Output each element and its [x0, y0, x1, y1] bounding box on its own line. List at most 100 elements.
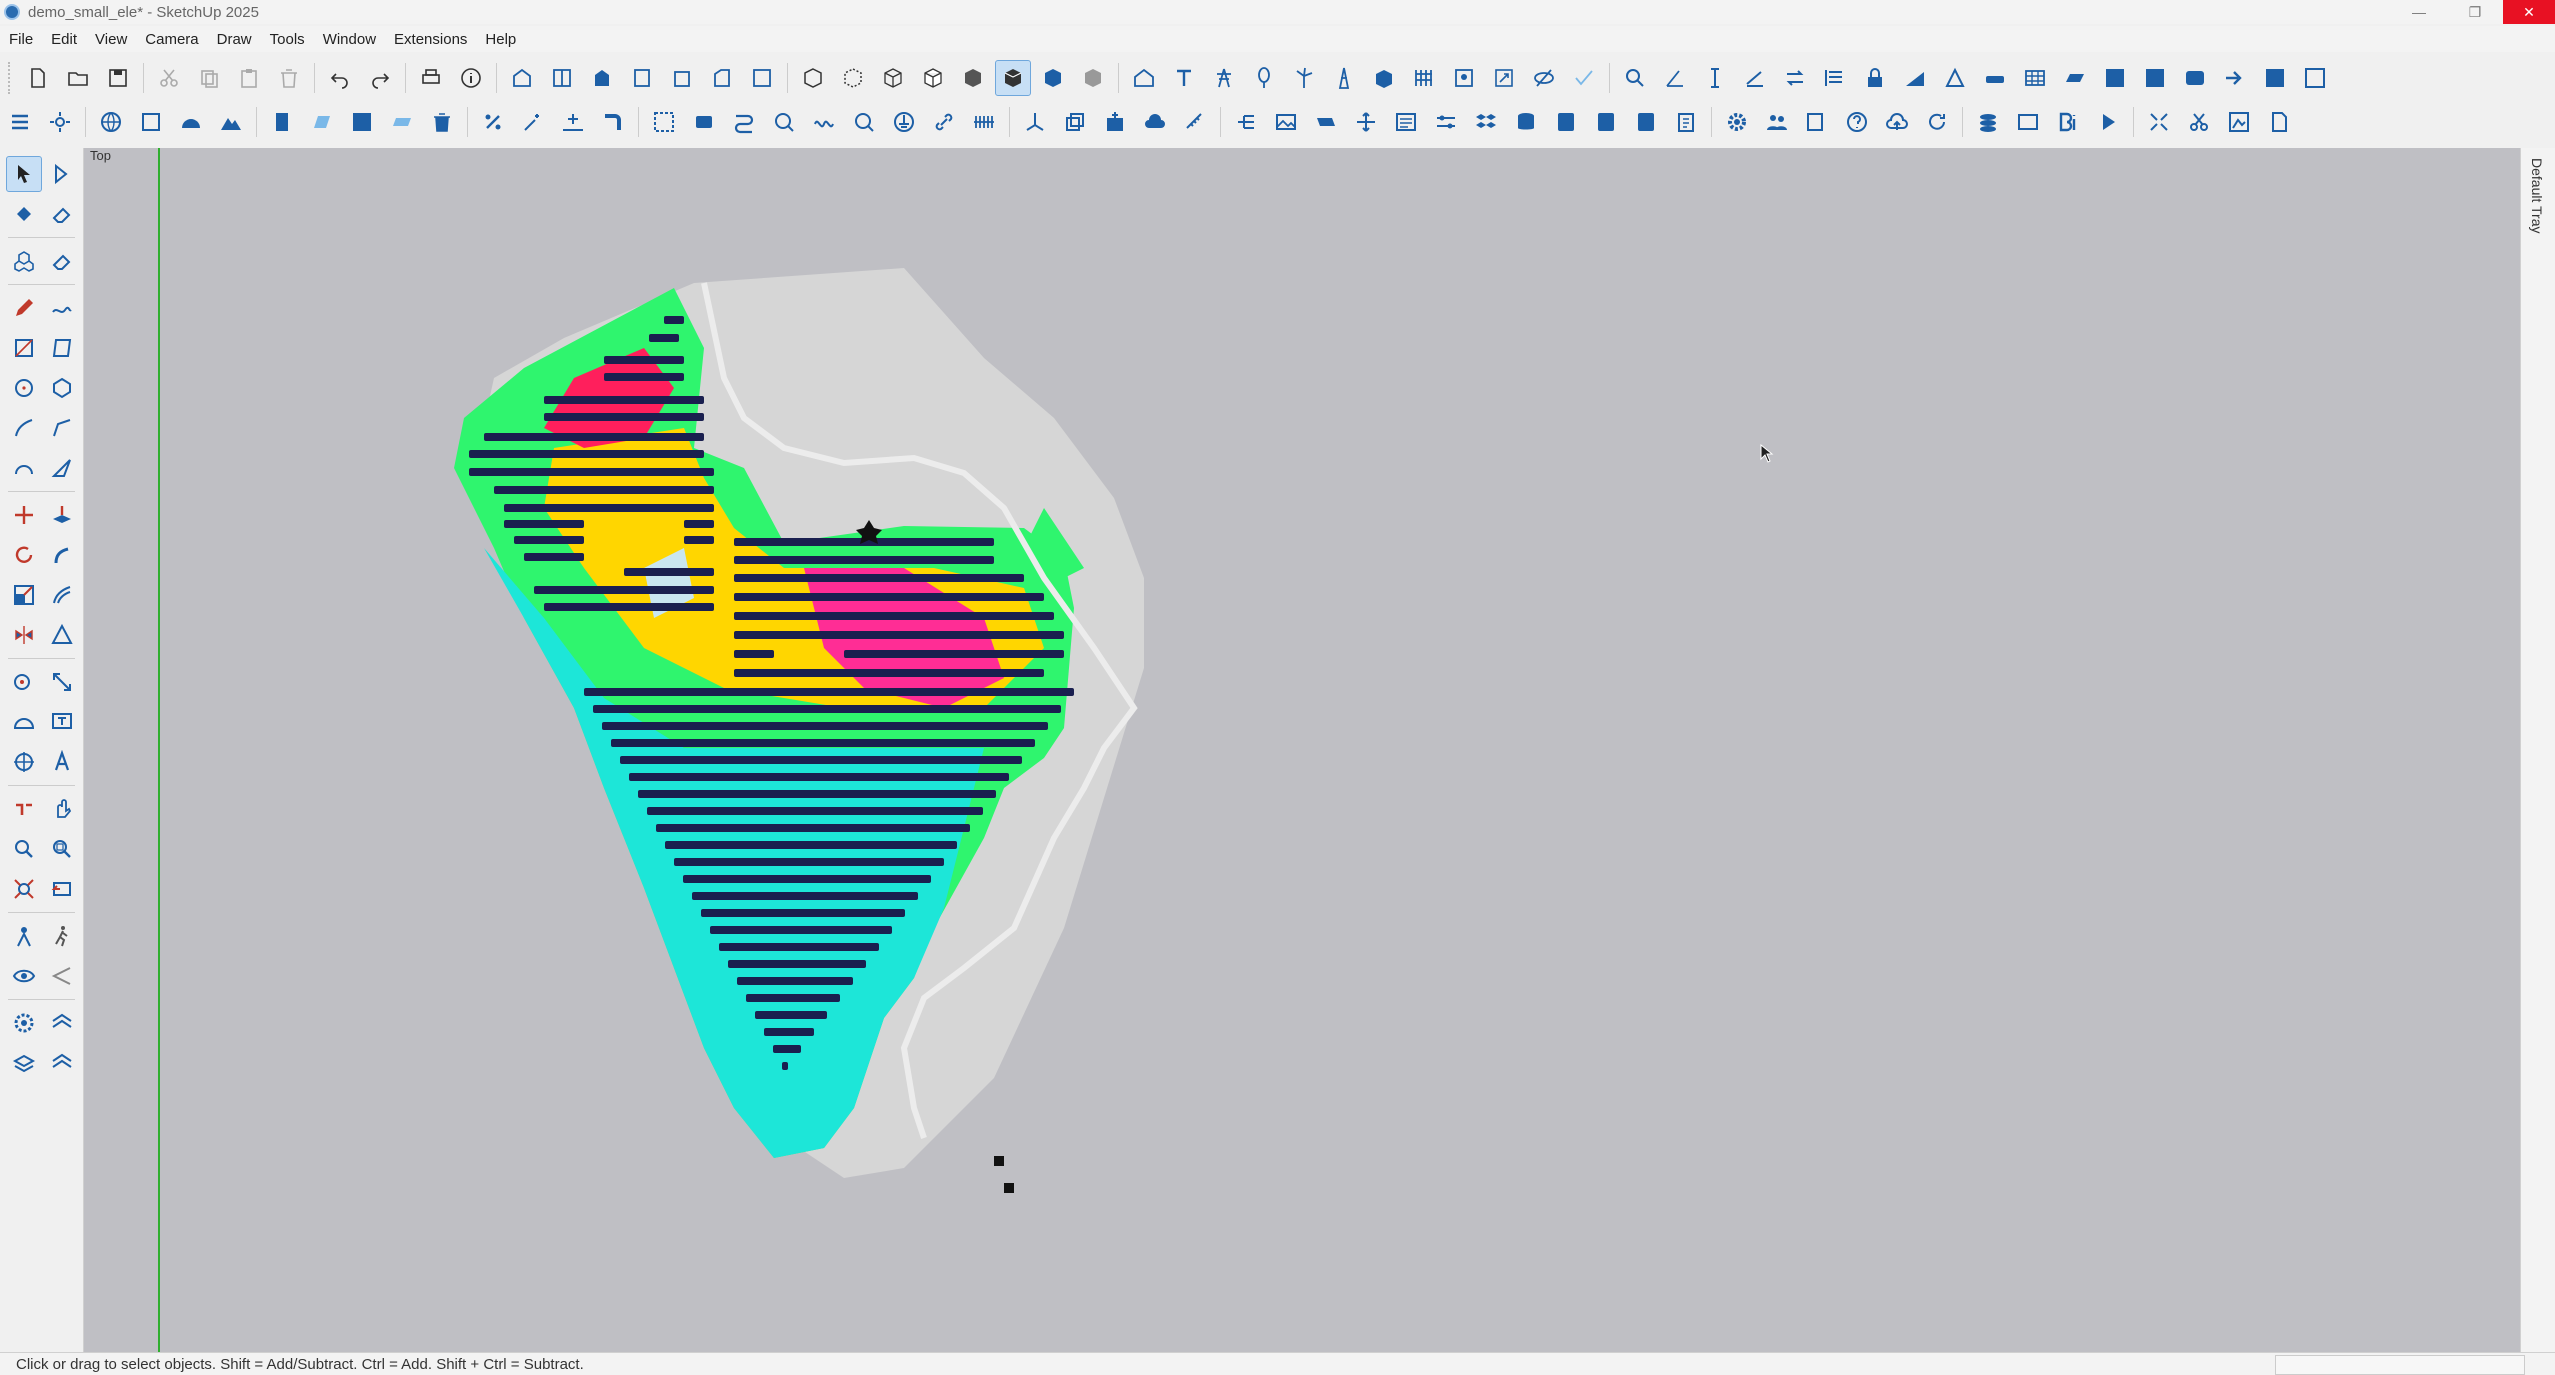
export-button[interactable]	[2217, 60, 2253, 96]
panel-row[interactable]	[524, 553, 584, 561]
hide-button[interactable]	[1526, 60, 1562, 96]
save-button[interactable]	[100, 60, 136, 96]
bottom-view-button[interactable]	[744, 60, 780, 96]
inverter-grid-button[interactable]	[646, 104, 682, 140]
menu-edit[interactable]: Edit	[42, 31, 86, 48]
layout-alt-button[interactable]	[2297, 60, 2333, 96]
panel-row[interactable]	[719, 943, 879, 951]
search-m-button[interactable]	[846, 104, 882, 140]
shaded-button[interactable]	[955, 60, 991, 96]
cable-search-button[interactable]	[766, 104, 802, 140]
panel-row[interactable]	[710, 926, 892, 934]
grid-button[interactable]	[1406, 60, 1442, 96]
pie-tool[interactable]	[44, 450, 80, 486]
tower-button[interactable]	[1206, 60, 1242, 96]
rotated-rectangle-tool[interactable]	[44, 330, 80, 366]
sparkle-alt-button[interactable]	[555, 104, 591, 140]
paste-button[interactable]	[231, 60, 267, 96]
link-button[interactable]	[926, 104, 962, 140]
plane-button[interactable]	[1308, 104, 1344, 140]
iso-view-button[interactable]	[504, 60, 540, 96]
component-tool[interactable]	[6, 243, 42, 279]
two-point-arc-tool[interactable]	[44, 410, 80, 446]
panel-row[interactable]	[504, 520, 584, 528]
pipe-button[interactable]	[595, 104, 631, 140]
table-button[interactable]	[2017, 60, 2053, 96]
sliders-button[interactable]	[1428, 104, 1464, 140]
tray-label[interactable]: Default Tray	[2529, 158, 2545, 233]
dropbox-button[interactable]	[1468, 104, 1504, 140]
dome-button[interactable]	[173, 104, 209, 140]
percent-button[interactable]	[475, 104, 511, 140]
model-viewport[interactable]: Top	[84, 148, 2520, 1352]
menu-help[interactable]: Help	[476, 31, 525, 48]
erase-button[interactable]	[271, 60, 307, 96]
sun-button[interactable]	[42, 104, 78, 140]
auto-button[interactable]	[2177, 60, 2213, 96]
print-button[interactable]	[413, 60, 449, 96]
panel-row-button[interactable]	[2057, 60, 2093, 96]
sandbox-tool[interactable]	[6, 1005, 42, 1041]
zoom-tool[interactable]	[6, 831, 42, 867]
panel-row[interactable]	[469, 450, 704, 458]
report-button[interactable]	[1388, 104, 1424, 140]
image-button[interactable]	[1268, 104, 1304, 140]
warehouse-button[interactable]	[1126, 60, 1162, 96]
arc-tool[interactable]	[6, 410, 42, 446]
minimize-button[interactable]: —	[2391, 0, 2447, 24]
front-view-button[interactable]	[584, 60, 620, 96]
panel-row[interactable]	[624, 568, 714, 576]
layers-button[interactable]	[1970, 104, 2006, 140]
restore-button[interactable]: ❐	[2447, 0, 2503, 24]
flip-tool[interactable]	[6, 617, 42, 653]
undo-button[interactable]	[322, 60, 358, 96]
walk-tool[interactable]	[44, 918, 80, 954]
lasso-tool[interactable]	[44, 156, 80, 192]
panel-row[interactable]	[684, 536, 714, 544]
panel-row[interactable]	[734, 556, 994, 564]
panel-row[interactable]	[604, 373, 684, 381]
select-tool[interactable]	[6, 156, 42, 192]
combiner-marker[interactable]	[1004, 1183, 1014, 1193]
terrain-button[interactable]	[1897, 60, 1933, 96]
yen-button[interactable]	[1548, 104, 1584, 140]
toolbar-grip[interactable]	[8, 62, 14, 94]
3d-text-tool[interactable]	[44, 744, 80, 780]
layout-button[interactable]	[2257, 60, 2293, 96]
panel-row[interactable]	[674, 858, 944, 866]
menu-tools[interactable]: Tools	[261, 31, 314, 48]
panel-row[interactable]	[593, 705, 1061, 713]
close-button[interactable]: ✕	[2503, 0, 2555, 24]
stamp-tool[interactable]	[6, 1045, 42, 1081]
cloud-cad-button[interactable]	[1137, 104, 1173, 140]
merge-button[interactable]	[2137, 60, 2173, 96]
lock-button[interactable]	[1857, 60, 1893, 96]
hidden-line-button[interactable]	[915, 60, 951, 96]
menu-file[interactable]: File	[0, 31, 42, 48]
add-building-button[interactable]	[1097, 104, 1133, 140]
back-edges-button[interactable]	[835, 60, 871, 96]
menu-draw[interactable]: Draw	[208, 31, 261, 48]
globe-button[interactable]	[93, 104, 129, 140]
text-tool-button[interactable]	[1166, 60, 1202, 96]
cars-button[interactable]	[1977, 60, 2013, 96]
transformer-marker[interactable]	[994, 1156, 1004, 1166]
english-button[interactable]	[1799, 104, 1835, 140]
panel-row[interactable]	[734, 669, 1044, 677]
panel-row[interactable]	[701, 909, 905, 917]
height-button[interactable]	[1697, 60, 1733, 96]
tree-button[interactable]	[1246, 60, 1282, 96]
redo-button[interactable]	[362, 60, 398, 96]
panel-row[interactable]	[469, 468, 714, 476]
axes-tool[interactable]	[6, 744, 42, 780]
panel-row[interactable]	[734, 650, 774, 658]
kwh-button[interactable]	[1588, 104, 1624, 140]
right-view-button[interactable]	[624, 60, 660, 96]
follow-me-tool[interactable]	[44, 537, 80, 573]
panel-row[interactable]	[611, 739, 1035, 747]
wireframe-button[interactable]	[875, 60, 911, 96]
scale-tool[interactable]	[6, 577, 42, 613]
site-model[interactable]	[84, 148, 2520, 1352]
measure-button[interactable]	[1177, 104, 1213, 140]
pylon-button[interactable]	[1326, 60, 1362, 96]
